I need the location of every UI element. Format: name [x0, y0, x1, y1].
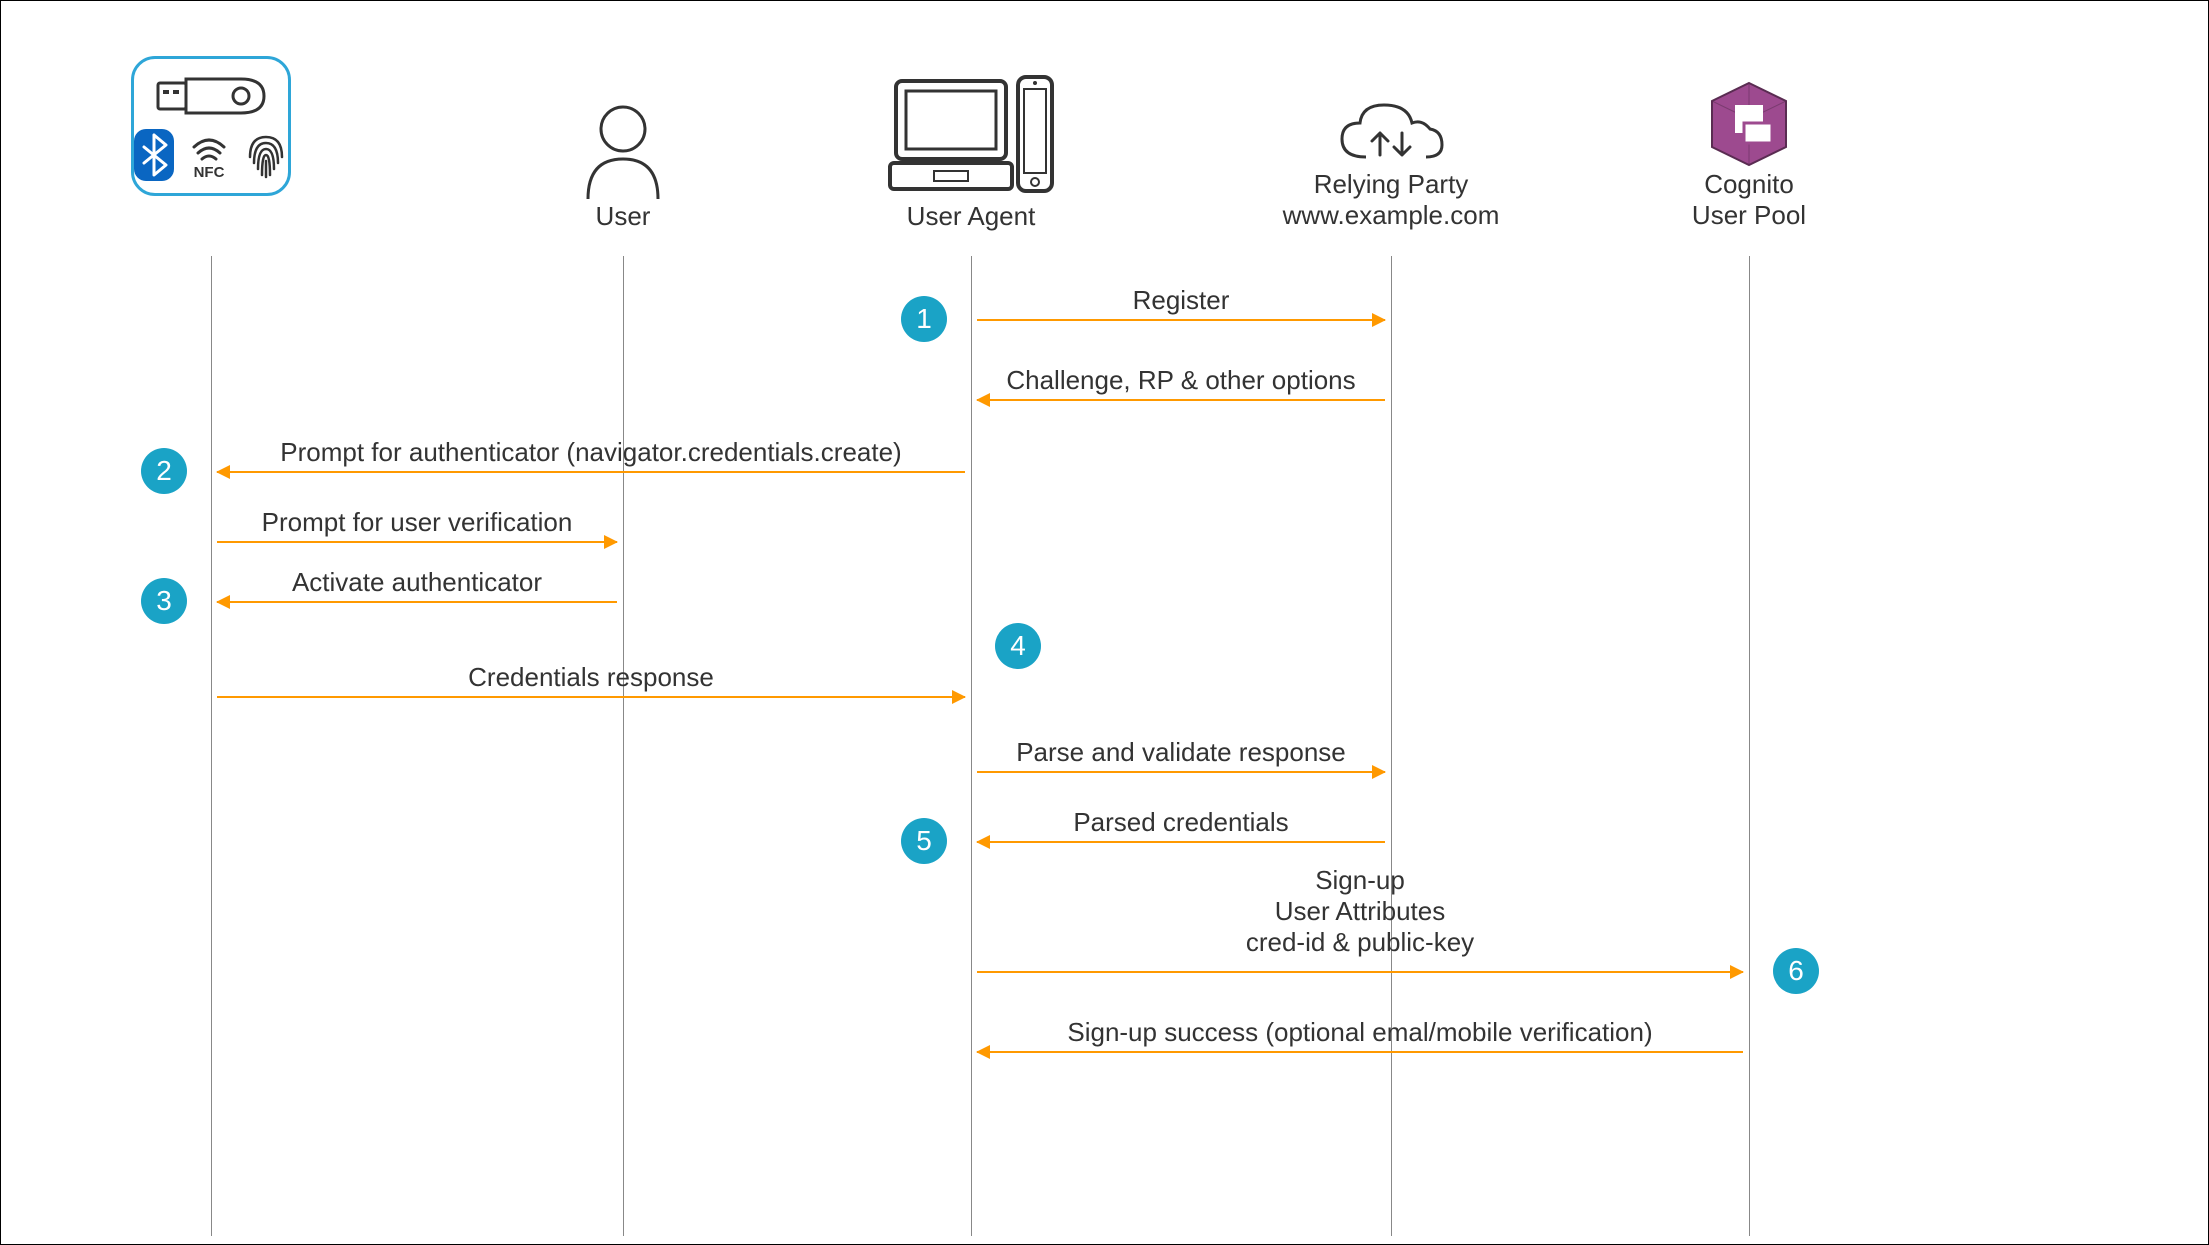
message-label: Prompt for authenticator (navigator.cred…: [217, 437, 965, 468]
participant-useragent-label: User Agent: [881, 201, 1061, 232]
message-label: Activate authenticator: [217, 567, 617, 598]
message-arrow: [977, 841, 1385, 843]
nfc-icon: NFC: [184, 129, 234, 181]
message-label: Credentials response: [217, 662, 965, 693]
step-badge: 3: [141, 578, 187, 624]
message-label: Prompt for user verification: [217, 507, 617, 538]
message-label: Parse and validate response: [977, 737, 1385, 768]
step-badge: 2: [141, 448, 187, 494]
participant-authenticator: NFC: [131, 56, 291, 196]
participant-cognito-label1: Cognito: [1659, 169, 1839, 200]
participant-useragent: User Agent: [881, 71, 1061, 232]
lifeline-useragent: [971, 256, 972, 1236]
step-badge: 1: [901, 296, 947, 342]
message-arrow: [977, 399, 1385, 401]
message-arrow: [977, 319, 1385, 321]
step-badge: 5: [901, 818, 947, 864]
lifeline-user: [623, 256, 624, 1236]
usb-key-icon: [156, 71, 266, 121]
message-arrow: [217, 601, 617, 603]
step-badge: 4: [995, 623, 1041, 669]
authenticator-icon-group: NFC: [131, 56, 291, 196]
participant-relyingparty-label2: www.example.com: [1281, 200, 1501, 231]
message-label: Parsed credentials: [977, 807, 1385, 838]
message-label: Sign-upUser Attributescred-id & public-k…: [977, 865, 1743, 958]
fingerprint-icon: [244, 129, 288, 181]
participant-relyingparty: Relying Party www.example.com: [1281, 99, 1501, 231]
svg-text:NFC: NFC: [194, 164, 225, 181]
sequence-diagram: NFC User: [0, 0, 2209, 1245]
step-badge: 6: [1773, 948, 1819, 994]
bluetooth-icon: [134, 129, 174, 181]
lifeline-authenticator: [211, 256, 212, 1236]
lifeline-cognito: [1749, 256, 1750, 1236]
participant-cognito-label2: User Pool: [1659, 200, 1839, 231]
participant-cognito: Cognito User Pool: [1659, 79, 1839, 231]
cognito-icon: [1704, 79, 1794, 169]
participant-user-label: User: [563, 201, 683, 232]
user-icon: [578, 101, 668, 201]
message-arrow: [217, 696, 965, 698]
participant-user: User: [563, 101, 683, 232]
message-label: Register: [977, 285, 1385, 316]
cloud-icon: [1336, 99, 1446, 169]
useragent-icon: [886, 71, 1056, 201]
participant-relyingparty-label1: Relying Party: [1281, 169, 1501, 200]
message-arrow: [977, 771, 1385, 773]
message-arrow: [217, 541, 617, 543]
message-arrow: [217, 471, 965, 473]
message-label: Sign-up success (optional emal/mobile ve…: [977, 1017, 1743, 1048]
lifeline-relyingparty: [1391, 256, 1392, 1236]
message-arrow: [977, 971, 1743, 973]
message-arrow: [977, 1051, 1743, 1053]
message-label: Challenge, RP & other options: [977, 365, 1385, 396]
